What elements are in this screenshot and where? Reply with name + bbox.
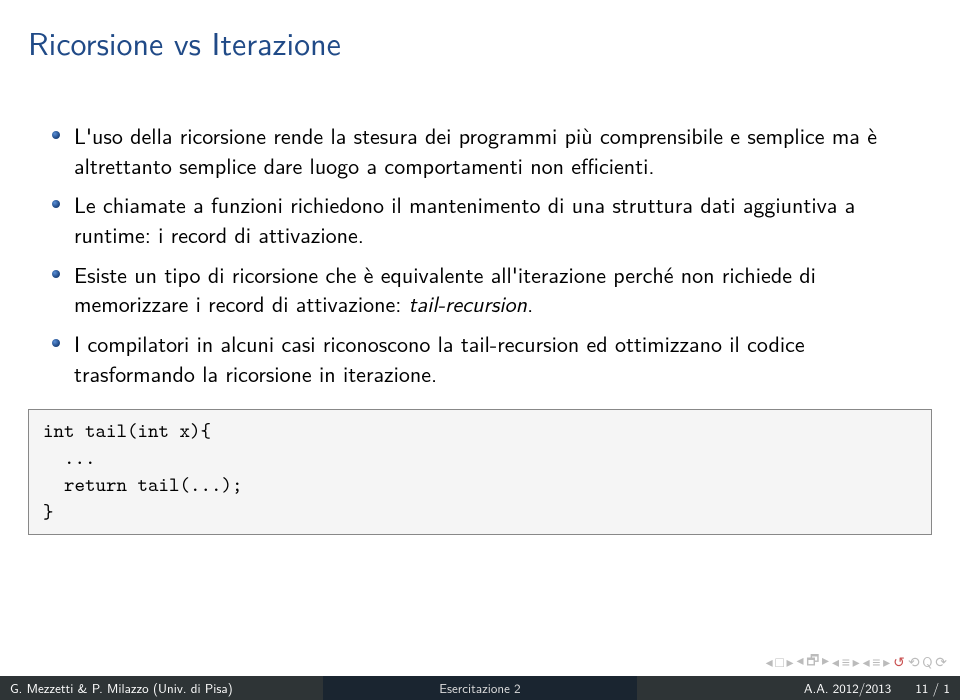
beamer-nav-symbols[interactable]: ◂ □ ▸ ◂ 🗗 ▸ ◂ ≡ ▸ ◂ ≡ ▸ ↺ ⟲ Q ⟳ (766, 650, 946, 674)
bullet-item: L'uso della ricorsione rende la stesura … (44, 121, 916, 180)
slide: Ricorsione vs Iterazione L'uso della ric… (0, 0, 960, 700)
bullet-text-suffix: . (527, 287, 533, 319)
nav-search-icon[interactable]: ⟲ Q ⟳ (908, 652, 946, 672)
footer-pagenum: A.A. 2012/2013 11 / 1 (637, 676, 960, 700)
footer-page: 11 / 1 (915, 679, 950, 698)
footer-author: G. Mezzetti & P. Milazzo (Univ. di Pisa) (0, 676, 323, 700)
footer-title: Esercitazione 2 (323, 676, 636, 700)
nav-doc-icon[interactable]: ◂ ≡ ▸ (863, 652, 890, 672)
nav-section-icon[interactable]: ◂ ≡ ▸ (832, 652, 859, 672)
nav-subsection-icon[interactable]: ◂ 🗗 ▸ (797, 650, 829, 674)
bullet-item: Esiste un tipo di ricorsione che è equiv… (44, 260, 916, 319)
slide-footer: G. Mezzetti & P. Milazzo (Univ. di Pisa)… (0, 676, 960, 700)
bullet-item: Le chiamate a funzioni richiedono il man… (44, 190, 916, 249)
bullet-text: Le chiamate a funzioni richiedono il man… (74, 188, 855, 250)
nav-back-icon[interactable]: ↺ (893, 652, 904, 672)
bullet-text: I compilatori in alcuni casi riconoscono… (74, 327, 805, 389)
code-block: int tail(int x){ ... return tail(...); } (28, 409, 932, 535)
bullet-item: I compilatori in alcuni casi riconoscono… (44, 329, 916, 388)
bullet-list: L'uso della ricorsione rende la stesura … (44, 121, 916, 389)
slide-content: L'uso della ricorsione rende la stesura … (0, 73, 960, 389)
nav-frame-icon[interactable]: ◂ □ ▸ (766, 652, 793, 672)
bullet-text-italic: tail-recursion (409, 287, 527, 319)
bullet-text: L'uso della ricorsione rende la stesura … (74, 119, 877, 181)
slide-title: Ricorsione vs Iterazione (0, 0, 960, 73)
footer-year: A.A. 2012/2013 (804, 679, 891, 698)
